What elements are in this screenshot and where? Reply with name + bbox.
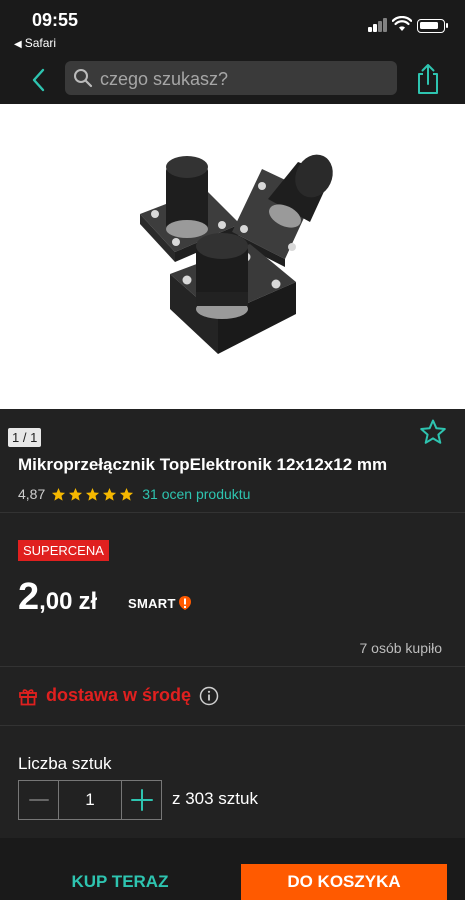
delivery-row[interactable]: dostawa w środę <box>18 685 219 706</box>
rating-star-icon <box>69 487 83 501</box>
battery-icon <box>417 19 448 33</box>
bought-count: 7 osób kupiło <box>359 640 442 656</box>
supercena-badge: SUPERCENA <box>18 540 109 561</box>
price-currency: zł <box>78 588 98 615</box>
status-time: 09:55 <box>32 10 79 30</box>
divider <box>0 725 465 726</box>
status-bar: 09:55 ◀ Safari <box>0 0 465 56</box>
delivery-text: dostawa w środę <box>46 685 192 705</box>
image-counter: 1 / 1 <box>8 428 42 447</box>
price-fraction: ,00 <box>39 588 73 615</box>
decrease-quantity-button[interactable] <box>19 781 59 819</box>
rating-star-icon <box>86 487 100 501</box>
divider <box>0 512 465 513</box>
ratings-link[interactable]: 31 ocen produktu <box>142 486 250 502</box>
wifi-icon <box>392 16 412 31</box>
info-icon[interactable] <box>199 686 219 706</box>
gift-icon <box>19 688 37 705</box>
product-image[interactable] <box>0 104 465 409</box>
smart-badge: SMART <box>128 595 192 611</box>
rating-stars <box>51 487 136 502</box>
add-to-cart-button[interactable]: DO KOSZYKA <box>241 864 447 900</box>
quantity-available: z 303 sztuk <box>172 789 258 808</box>
rating-value: 4,87 <box>18 486 46 502</box>
top-nav: czego szukasz? <box>0 56 465 104</box>
rating-row: 4,87 31 ocen produktu <box>18 485 250 503</box>
bottom-action-bar: KUP TERAZ DO KOSZYKA <box>0 838 465 900</box>
tactile-switch-photo <box>140 154 333 354</box>
minus-icon <box>29 799 49 801</box>
signal-icon <box>368 18 388 32</box>
buy-now-button[interactable]: KUP TERAZ <box>18 864 222 900</box>
rating-star-icon <box>103 487 117 501</box>
quantity-input[interactable]: 1 <box>59 781 121 819</box>
share-icon[interactable] <box>414 62 442 96</box>
quantity-label: Liczba sztuk <box>18 754 112 773</box>
quantity-stepper: 1 <box>18 780 162 820</box>
back-triangle-icon: ◀ <box>14 39 22 50</box>
price-main: 2 <box>18 576 40 618</box>
search-icon <box>74 69 93 88</box>
rating-star-icon <box>120 487 134 501</box>
favorite-star-icon[interactable] <box>419 418 447 446</box>
back-to-app-link[interactable]: ◀ Safari <box>14 36 56 50</box>
divider <box>0 666 465 667</box>
back-chevron-icon[interactable] <box>28 66 50 94</box>
product-title: Mikroprzełącznik TopElektronik 12x12x12 … <box>18 455 388 474</box>
search-placeholder: czego szukasz? <box>100 69 229 89</box>
increase-quantity-button[interactable] <box>121 781 161 819</box>
rating-star-icon <box>52 487 66 501</box>
smart-label: SMART <box>128 595 176 611</box>
search-input[interactable]: czego szukasz? <box>65 61 397 95</box>
smart-icon <box>178 596 191 610</box>
price: 2,00 zł <box>18 576 97 619</box>
plus-icon <box>131 789 153 811</box>
back-app-label: Safari <box>24 36 57 50</box>
